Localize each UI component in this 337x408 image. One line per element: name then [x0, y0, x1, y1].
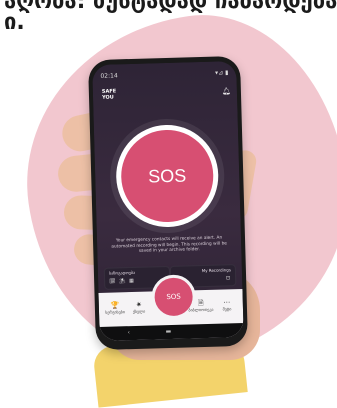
android-nav-bar: ‹ ▬ [99, 322, 244, 341]
nav-more-label: მეტი [222, 306, 232, 312]
home-icon[interactable]: ▬ [165, 328, 171, 335]
phone: 02:14 ▾⊿ ▮ SAFE YOU 🔔︎ SOS Your emergenc… [87, 55, 249, 351]
nav-library-label: ბიბლიოთეკა [188, 306, 214, 313]
nav-network-label: ქსელი [132, 308, 146, 315]
app-logo: SAFE YOU [102, 88, 117, 100]
card-recordings-icons: ⊡ [225, 275, 232, 282]
nav-more[interactable]: ⋯ მეტი [213, 298, 241, 312]
sos-button[interactable]: SOS [119, 128, 215, 224]
headline-line-2: ი. [4, 10, 25, 35]
card-community-label: საზოგადოება [108, 269, 136, 276]
card-recordings-label: My Recordings [201, 267, 231, 274]
nav-network[interactable]: ✷ ქსელი [125, 300, 153, 314]
headline-line-1: ა⁠ღობა: ზუსტადად ჩაბარდება [4, 0, 337, 14]
bell-icon[interactable]: 🔔︎ [222, 87, 231, 95]
phone-screen: 02:14 ▾⊿ ▮ SAFE YOU 🔔︎ SOS Your emergenc… [92, 61, 244, 341]
status-time: 02:14 [100, 72, 118, 80]
sos-fab-button[interactable]: SOS [151, 274, 197, 320]
nav-library[interactable]: 🗎 ბიბლიოთეკა [187, 299, 215, 313]
back-icon[interactable]: ‹ [128, 329, 131, 336]
status-icons: ▾⊿ ▮ [215, 69, 229, 77]
logo-line-2: YOU [101, 94, 114, 101]
sos-info-text: Your emergency contacts will receive an … [111, 235, 228, 255]
sos-ring: SOS [114, 123, 220, 229]
status-bar: 02:14 ▾⊿ ▮ [100, 69, 228, 83]
card-community-icons: 🗓 ⛱ ▦ [109, 277, 135, 285]
